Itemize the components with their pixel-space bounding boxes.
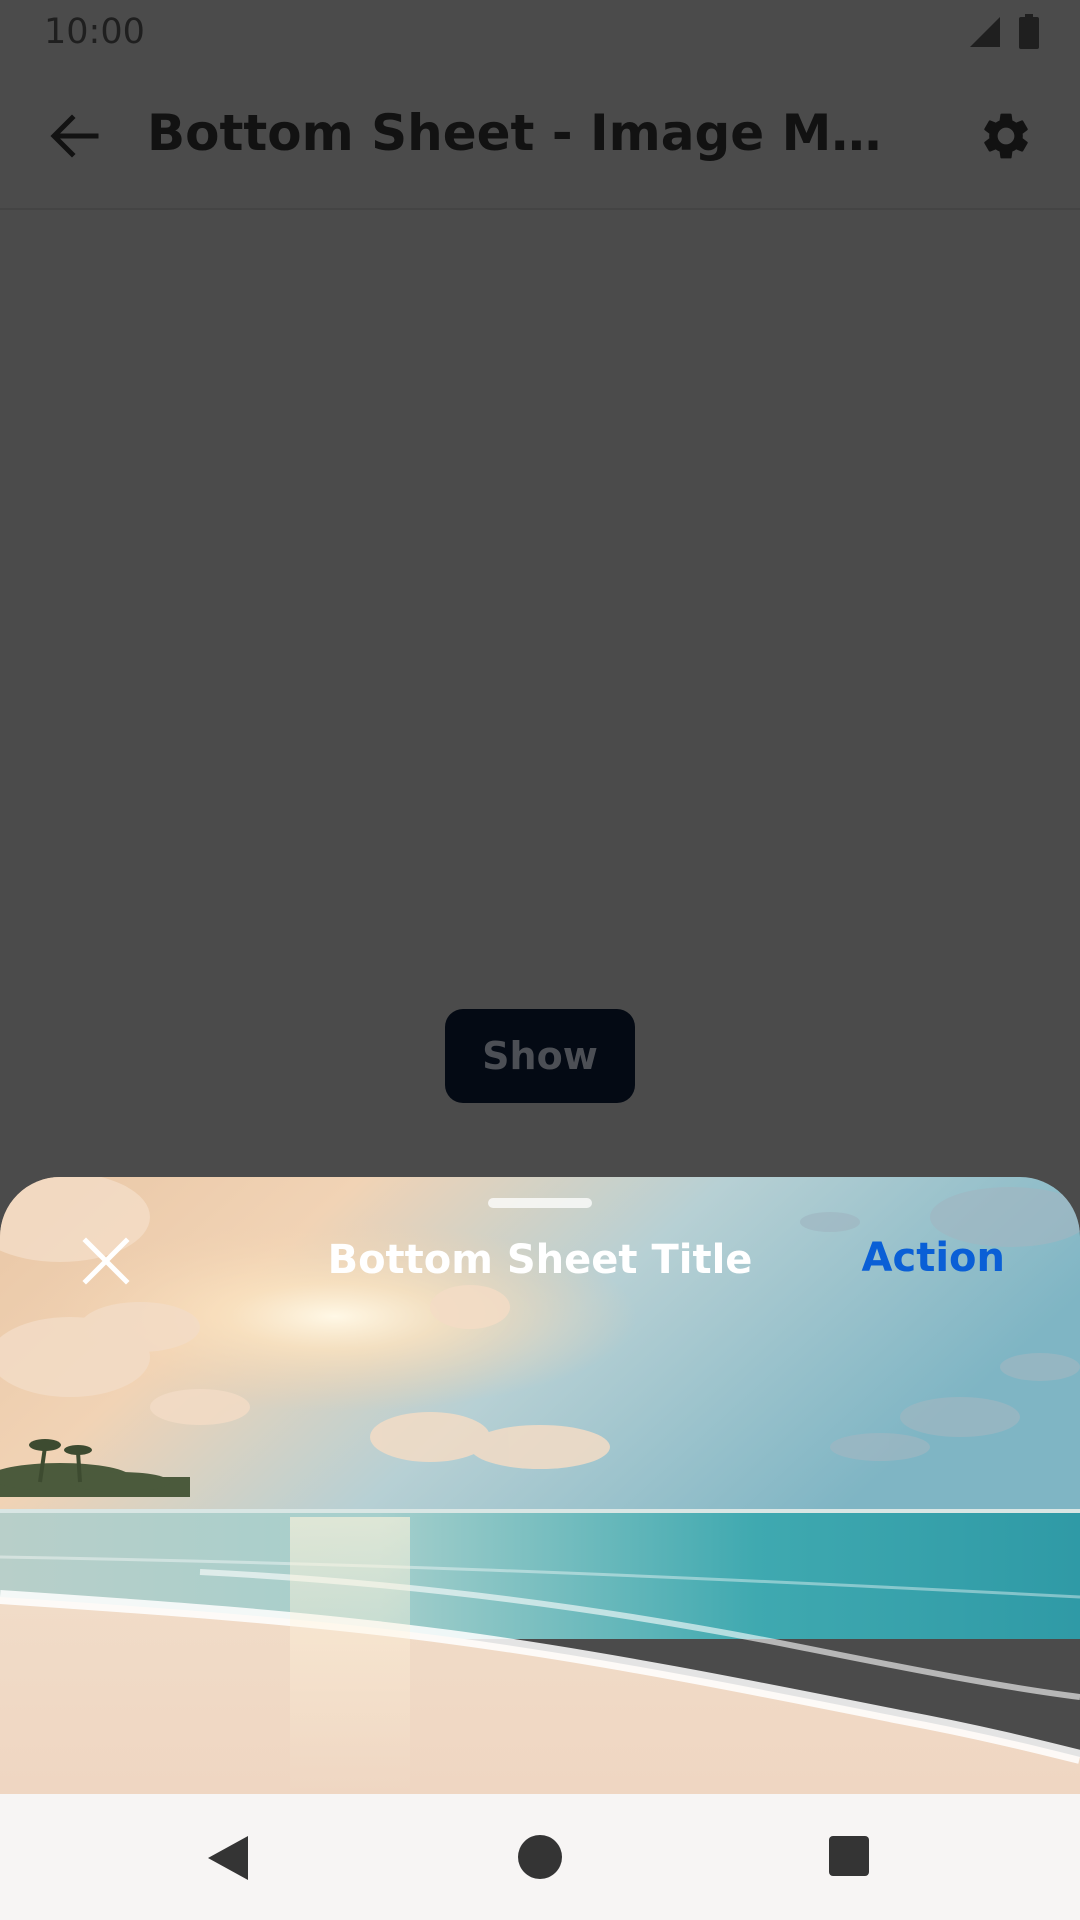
show-button[interactable]: Show (445, 1009, 635, 1103)
action-button[interactable]: Action (862, 1235, 1005, 1281)
navigation-bar (0, 1794, 1080, 1920)
battery-icon (1019, 14, 1039, 49)
nav-recents-icon[interactable] (829, 1836, 869, 1876)
status-icons (968, 14, 1040, 50)
app-bar: Bottom Sheet - Image Modal s... (0, 64, 1080, 210)
bottom-sheet: Bottom Sheet Title Action (0, 1177, 1080, 1794)
arrow-back-icon[interactable] (46, 108, 102, 164)
nav-home-icon[interactable] (517, 1834, 563, 1880)
status-bar: 10:00 (0, 0, 1080, 64)
nav-back-icon[interactable] (206, 1834, 250, 1882)
signal-icon (970, 17, 1000, 47)
gear-icon[interactable] (978, 108, 1034, 164)
status-time: 10:00 (44, 12, 145, 52)
page-title: Bottom Sheet - Image Modal s... (147, 104, 907, 162)
drag-handle[interactable] (488, 1198, 592, 1208)
